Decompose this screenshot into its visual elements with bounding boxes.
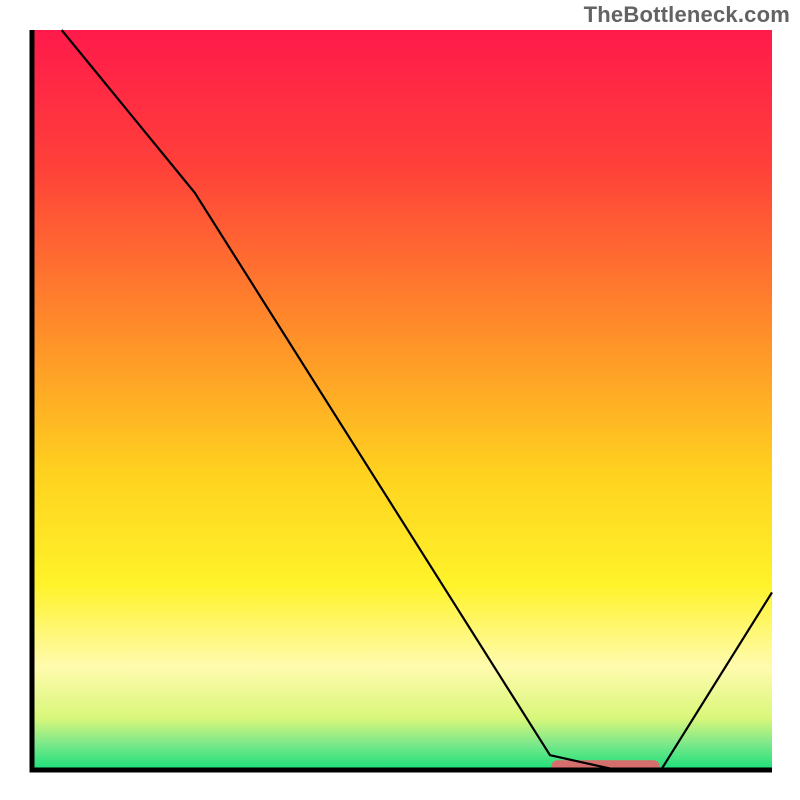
bottleneck-chart (0, 0, 800, 800)
chart-svg (0, 0, 800, 800)
plot-background (32, 30, 772, 770)
